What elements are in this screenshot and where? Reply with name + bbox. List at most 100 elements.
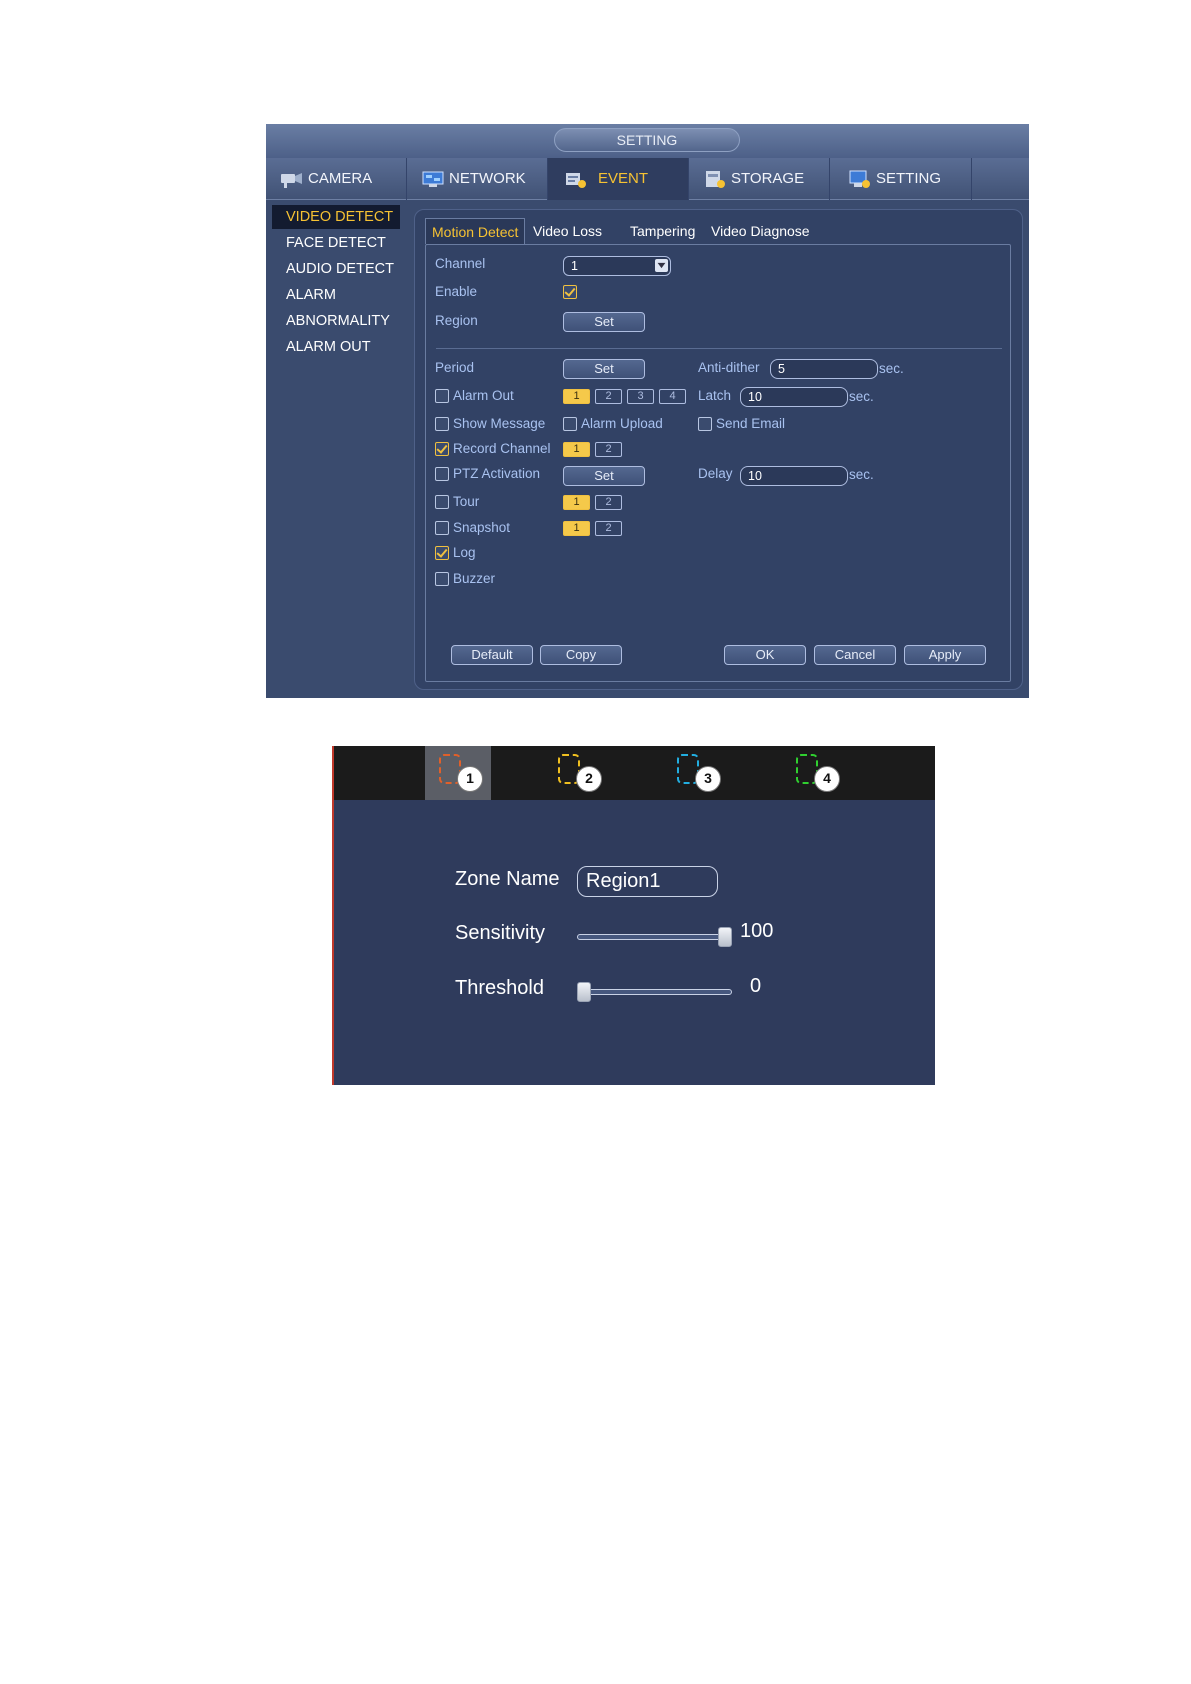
threshold-slider-handle[interactable] (577, 982, 591, 1002)
sidebar-item-abnormality[interactable]: ABNORMALITY (272, 309, 400, 333)
zone-number: 3 (695, 766, 721, 792)
latch-input[interactable]: 10 (740, 387, 848, 407)
sidebar-item-alarm-out[interactable]: ALARM OUT (272, 335, 400, 359)
alarm-out-label: Alarm Out (453, 388, 514, 403)
camera-icon (281, 173, 302, 188)
zone-name-label: Zone Name (455, 868, 560, 890)
threshold-value: 0 (750, 975, 762, 997)
anti-dither-input[interactable]: 5 (770, 359, 878, 379)
record-channel-1[interactable]: 1 (563, 442, 590, 457)
snapshot-checkbox[interactable] (435, 521, 449, 535)
send-email-checkbox[interactable] (698, 417, 712, 431)
sensitivity-slider-handle[interactable] (718, 927, 732, 947)
enable-label: Enable (435, 284, 478, 299)
window-title: SETTING (554, 128, 740, 152)
region-set-button[interactable]: Set (563, 312, 645, 332)
tab-camera[interactable]: CAMERA (266, 158, 407, 200)
sensitivity-slider[interactable] (577, 934, 732, 940)
alarm-out-channel-1[interactable]: 1 (563, 389, 590, 404)
copy-button[interactable]: Copy (540, 645, 622, 665)
sensitivity-label: Sensitivity (455, 922, 546, 944)
enable-checkbox[interactable] (563, 285, 577, 299)
setting-icon (849, 170, 870, 188)
threshold-slider[interactable] (577, 989, 732, 995)
title-bar: SETTING (266, 124, 1029, 158)
region-label: Region (435, 313, 478, 328)
show-message-label: Show Message (453, 416, 546, 431)
region-editor: 1 2 3 4 Zone Name Region1 Sensitivity 10… (332, 746, 935, 1085)
record-channel-label: Record Channel (453, 441, 551, 456)
divider (436, 348, 1002, 349)
setting-window: SETTING CAMERA NETWORK EVENT STORAGE SET… (266, 124, 1029, 698)
tab-storage[interactable]: STORAGE (689, 158, 830, 200)
tour-channel-2[interactable]: 2 (595, 495, 622, 510)
delay-input[interactable]: 10 (740, 466, 848, 486)
tour-channel-1[interactable]: 1 (563, 495, 590, 510)
zone-3-button[interactable]: 3 (663, 746, 729, 800)
zone-4-button[interactable]: 4 (782, 746, 848, 800)
tab-label: CAMERA (308, 170, 373, 187)
event-icon (566, 173, 586, 188)
chevron-down-icon (655, 259, 668, 272)
record-channel-checkbox[interactable] (435, 442, 449, 456)
tab-label: EVENT (598, 170, 649, 187)
sidebar: VIDEO DETECT FACE DETECT AUDIO DETECT AL… (266, 201, 406, 698)
tab-event[interactable]: EVENT (548, 158, 689, 200)
sidebar-item-video-detect[interactable]: VIDEO DETECT (272, 205, 400, 229)
ptz-activation-checkbox[interactable] (435, 467, 449, 481)
channel-label: Channel (435, 256, 486, 271)
sidebar-item-face-detect[interactable]: FACE DETECT (272, 231, 400, 255)
log-label: Log (453, 545, 476, 560)
send-email-label: Send Email (716, 416, 786, 431)
delay-label: Delay (698, 466, 733, 481)
zone-number: 4 (814, 766, 840, 792)
content-panel: Motion Detect Video Loss Tampering Video… (414, 209, 1023, 690)
zone-number: 2 (576, 766, 602, 792)
buzzer-checkbox[interactable] (435, 572, 449, 586)
tab-tampering[interactable]: Tampering (624, 218, 701, 244)
tour-checkbox[interactable] (435, 495, 449, 509)
zone-1-button[interactable]: 1 (425, 746, 491, 800)
alarm-out-channel-4[interactable]: 4 (659, 389, 686, 404)
snapshot-label: Snapshot (453, 520, 511, 535)
tab-network[interactable]: NETWORK (407, 158, 548, 200)
tab-setting[interactable]: SETTING (830, 158, 972, 200)
tab-label: NETWORK (449, 170, 526, 187)
alarm-upload-checkbox[interactable] (563, 417, 577, 431)
zone-2-button[interactable]: 2 (544, 746, 610, 800)
channel-select[interactable]: 1 (563, 256, 671, 276)
alarm-out-checkbox[interactable] (435, 389, 449, 403)
zone-name-input[interactable]: Region1 (577, 866, 718, 897)
snapshot-channel-1[interactable]: 1 (563, 521, 590, 536)
sidebar-item-alarm[interactable]: ALARM (272, 283, 400, 307)
show-message-checkbox[interactable] (435, 417, 449, 431)
network-icon (422, 171, 444, 187)
tab-video-diagnose[interactable]: Video Diagnose (705, 218, 816, 244)
tab-video-loss[interactable]: Video Loss (527, 218, 608, 244)
sensitivity-value: 100 (740, 920, 774, 942)
ok-button[interactable]: OK (724, 645, 806, 665)
alarm-upload-label: Alarm Upload (581, 416, 663, 431)
ptz-set-button[interactable]: Set (563, 466, 645, 486)
cancel-button[interactable]: Cancel (814, 645, 896, 665)
snapshot-channel-2[interactable]: 2 (595, 521, 622, 536)
anti-dither-unit: sec. (879, 361, 904, 376)
tab-label: SETTING (876, 170, 942, 187)
channel-value: 1 (571, 259, 578, 273)
apply-button[interactable]: Apply (904, 645, 986, 665)
alarm-out-channel-2[interactable]: 2 (595, 389, 622, 404)
tab-label: STORAGE (731, 170, 805, 187)
threshold-label: Threshold (455, 977, 544, 999)
default-button[interactable]: Default (451, 645, 533, 665)
log-checkbox[interactable] (435, 546, 449, 560)
period-set-button[interactable]: Set (563, 359, 645, 379)
main-tab-bar: CAMERA NETWORK EVENT STORAGE SETTING (266, 158, 1029, 200)
ptz-activation-label: PTZ Activation (453, 466, 541, 481)
latch-unit: sec. (849, 389, 874, 404)
record-channel-2[interactable]: 2 (595, 442, 622, 457)
alarm-out-channel-3[interactable]: 3 (627, 389, 654, 404)
tour-label: Tour (453, 494, 480, 509)
delay-unit: sec. (849, 467, 874, 482)
tab-motion-detect[interactable]: Motion Detect (425, 218, 526, 244)
sidebar-item-audio-detect[interactable]: AUDIO DETECT (272, 257, 400, 281)
